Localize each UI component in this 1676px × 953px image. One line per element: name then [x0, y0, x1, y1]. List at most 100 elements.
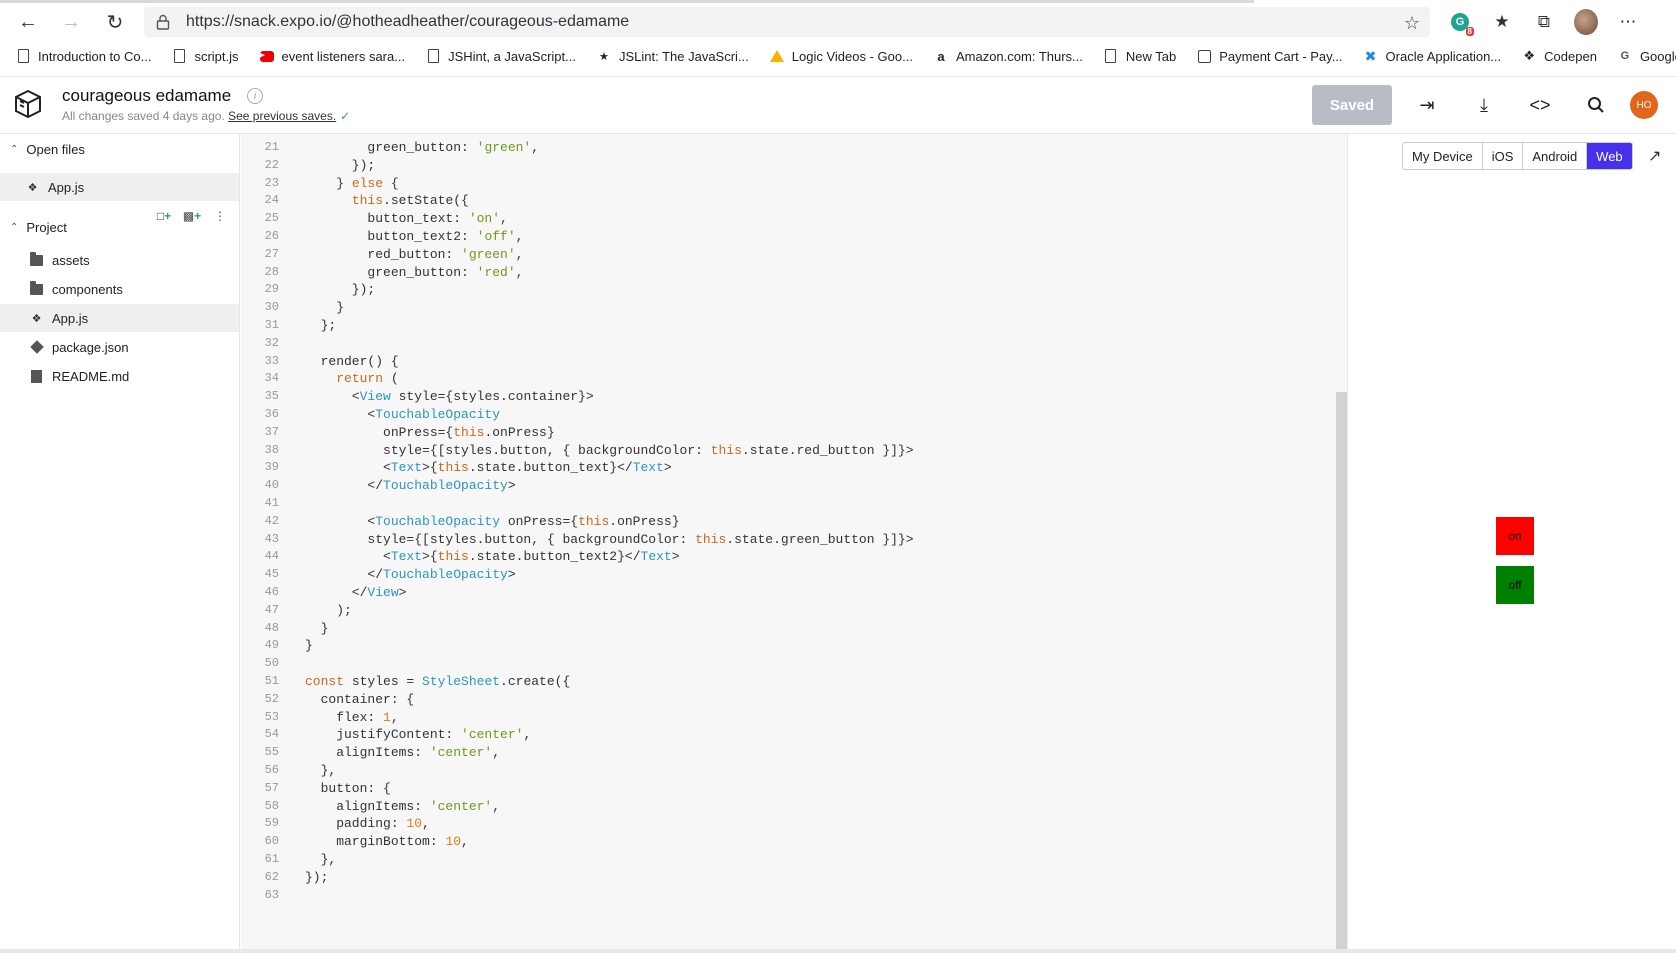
code-line[interactable]: 49} [241, 636, 1347, 655]
code-text[interactable]: } [305, 636, 313, 655]
code-text[interactable]: button_text2: 'off', [305, 227, 523, 246]
code-line[interactable]: 26 button_text2: 'off', [241, 227, 1347, 246]
code-text[interactable]: } else { [305, 174, 398, 193]
code-text[interactable]: justifyContent: 'center', [305, 725, 531, 744]
code-text[interactable]: }, [305, 761, 337, 780]
forward-arrow-icon[interactable]: → [56, 8, 86, 36]
grammarly-extension-icon[interactable]: G8 [1448, 10, 1474, 36]
code-text[interactable]: green_button: 'green', [305, 138, 539, 157]
code-text[interactable]: alignItems: 'center', [305, 797, 500, 816]
profile-icon[interactable] [1574, 9, 1598, 35]
code-line[interactable]: 27 red_button: 'green', [241, 245, 1347, 264]
code-text[interactable]: ); [305, 601, 352, 620]
code-text[interactable]: }; [305, 316, 337, 335]
bookmark-item[interactable]: JSHint, a JavaScript... [426, 49, 576, 64]
code-line[interactable]: 29 }); [241, 280, 1347, 299]
platform-android[interactable]: Android [1523, 143, 1588, 169]
bookmark-item[interactable]: Introduction to Co... [16, 49, 151, 64]
reload-icon[interactable]: ↻ [100, 8, 130, 36]
open-file-item[interactable]: ❖ App.js [0, 173, 239, 201]
code-line[interactable]: 40 </TouchableOpacity> [241, 476, 1347, 495]
export-icon[interactable]: ⇥ [1413, 91, 1441, 119]
info-icon[interactable]: i [247, 88, 263, 104]
code-line[interactable]: 42 <TouchableOpacity onPress={this.onPre… [241, 512, 1347, 531]
code-text[interactable]: </View> [305, 583, 407, 602]
bookmark-item[interactable]: ❖ Codepen [1522, 48, 1597, 64]
code-line[interactable]: 34 return ( [241, 369, 1347, 388]
code-text[interactable]: } [305, 298, 344, 317]
code-text[interactable]: render() { [305, 352, 399, 371]
search-icon[interactable] [1582, 91, 1610, 119]
code-text[interactable]: red_button: 'green', [305, 245, 523, 264]
project-title[interactable]: courageous edamame [62, 86, 231, 106]
code-line[interactable]: 59 padding: 10, [241, 814, 1347, 833]
code-text[interactable]: alignItems: 'center', [305, 743, 500, 762]
code-line[interactable]: 31 }; [241, 316, 1347, 335]
code-text[interactable]: }, [305, 850, 337, 869]
code-line[interactable]: 25 button_text: 'on', [241, 209, 1347, 228]
code-line[interactable]: 33 render() { [241, 352, 1347, 371]
bookmark-item[interactable]: a Amazon.com: Thurs... [934, 49, 1083, 64]
code-line[interactable]: 46 </View> [241, 583, 1347, 602]
favorites-icon[interactable]: ★ [1490, 10, 1514, 34]
code-text[interactable]: }); [305, 280, 375, 299]
code-text[interactable]: <TouchableOpacity onPress={this.onPress} [305, 512, 679, 531]
code-line[interactable]: 39 <Text>{this.state.button_text}</Text> [241, 458, 1347, 477]
code-line[interactable]: 51 const styles = StyleSheet.create({ [241, 672, 1347, 691]
platform-my-device[interactable]: My Device [1403, 143, 1483, 169]
preview-on-button[interactable]: on [1496, 517, 1534, 555]
star-icon[interactable]: ☆ [1404, 13, 1420, 34]
code-line[interactable]: 22 }); [241, 156, 1347, 175]
code-line[interactable]: 63 [241, 886, 1347, 905]
code-text[interactable]: <View style={styles.container}> [305, 387, 594, 406]
back-arrow-icon[interactable]: ← [13, 8, 43, 36]
code-text[interactable]: marginBottom: 10, [305, 832, 469, 851]
code-text[interactable]: style={[styles.button, { backgroundColor… [305, 530, 913, 549]
code-text[interactable]: const styles = StyleSheet.create({ [305, 672, 570, 691]
code-text[interactable]: padding: 10, [305, 814, 430, 833]
preview-off-button[interactable]: off [1496, 566, 1534, 604]
code-line[interactable]: 62}); [241, 868, 1347, 887]
snack-logo-icon[interactable] [14, 89, 42, 119]
code-text[interactable]: <Text>{this.state.button_text}</Text> [305, 458, 672, 477]
bookmark-item[interactable]: Payment Cart - Pay... [1197, 49, 1343, 64]
bookmark-item[interactable]: G Google [1618, 49, 1676, 64]
project-section[interactable]: ⌃ Project [10, 220, 67, 235]
code-editor[interactable]: 21 green_button: 'green', 22 }); 23 } else… [241, 134, 1347, 953]
code-text[interactable]: button: { [305, 779, 391, 798]
code-text[interactable]: container: { [305, 690, 415, 709]
code-line[interactable]: 56 }, [241, 761, 1347, 780]
code-text[interactable]: flex: 1, [305, 708, 398, 727]
code-line[interactable]: 54 justifyContent: 'center', [241, 725, 1347, 744]
code-text[interactable]: button_text: 'on', [305, 209, 507, 228]
bookmark-item[interactable]: ★ JSLint: The JavaScri... [597, 49, 749, 64]
code-line[interactable]: 35 <View style={styles.container}> [241, 387, 1347, 406]
embed-code-icon[interactable]: <> [1526, 91, 1554, 119]
code-text[interactable]: <TouchableOpacity [305, 405, 500, 424]
code-line[interactable]: 41 [241, 494, 1347, 513]
code-text[interactable]: style={[styles.button, { backgroundColor… [305, 441, 914, 460]
code-text[interactable]: return ( [305, 369, 398, 388]
download-icon[interactable]: ⤓ [1470, 91, 1498, 119]
code-line[interactable]: 57 button: { [241, 779, 1347, 798]
saved-button[interactable]: Saved [1312, 85, 1392, 125]
bookmark-item[interactable]: Logic Videos - Goo... [769, 49, 913, 64]
code-line[interactable]: 55 alignItems: 'center', [241, 743, 1347, 762]
code-line[interactable]: 60 marginBottom: 10, [241, 832, 1347, 851]
open-external-icon[interactable]: ↗ [1648, 146, 1661, 166]
project-item-assets[interactable]: assets [0, 246, 239, 274]
project-item-app-js[interactable]: ❖ App.js [0, 304, 239, 332]
new-folder-icon[interactable]: ▩ + [183, 208, 201, 224]
platform-ios[interactable]: iOS [1483, 143, 1524, 169]
code-text[interactable]: } [305, 619, 329, 638]
code-text[interactable]: </TouchableOpacity> [305, 565, 515, 584]
collections-icon[interactable]: ⧉ [1532, 10, 1556, 34]
code-line[interactable]: 48 } [241, 619, 1347, 638]
avatar[interactable]: HO [1630, 91, 1658, 119]
project-item-components[interactable]: components [0, 275, 239, 303]
code-text[interactable]: this.setState({ [305, 191, 469, 210]
more-options-icon[interactable]: ⋮ [212, 208, 228, 224]
code-text[interactable]: green_button: 'red', [305, 263, 523, 282]
code-line[interactable]: 44 <Text>{this.state.button_text2}</Text… [241, 547, 1347, 566]
project-item-package-json[interactable]: package.json [0, 333, 239, 361]
